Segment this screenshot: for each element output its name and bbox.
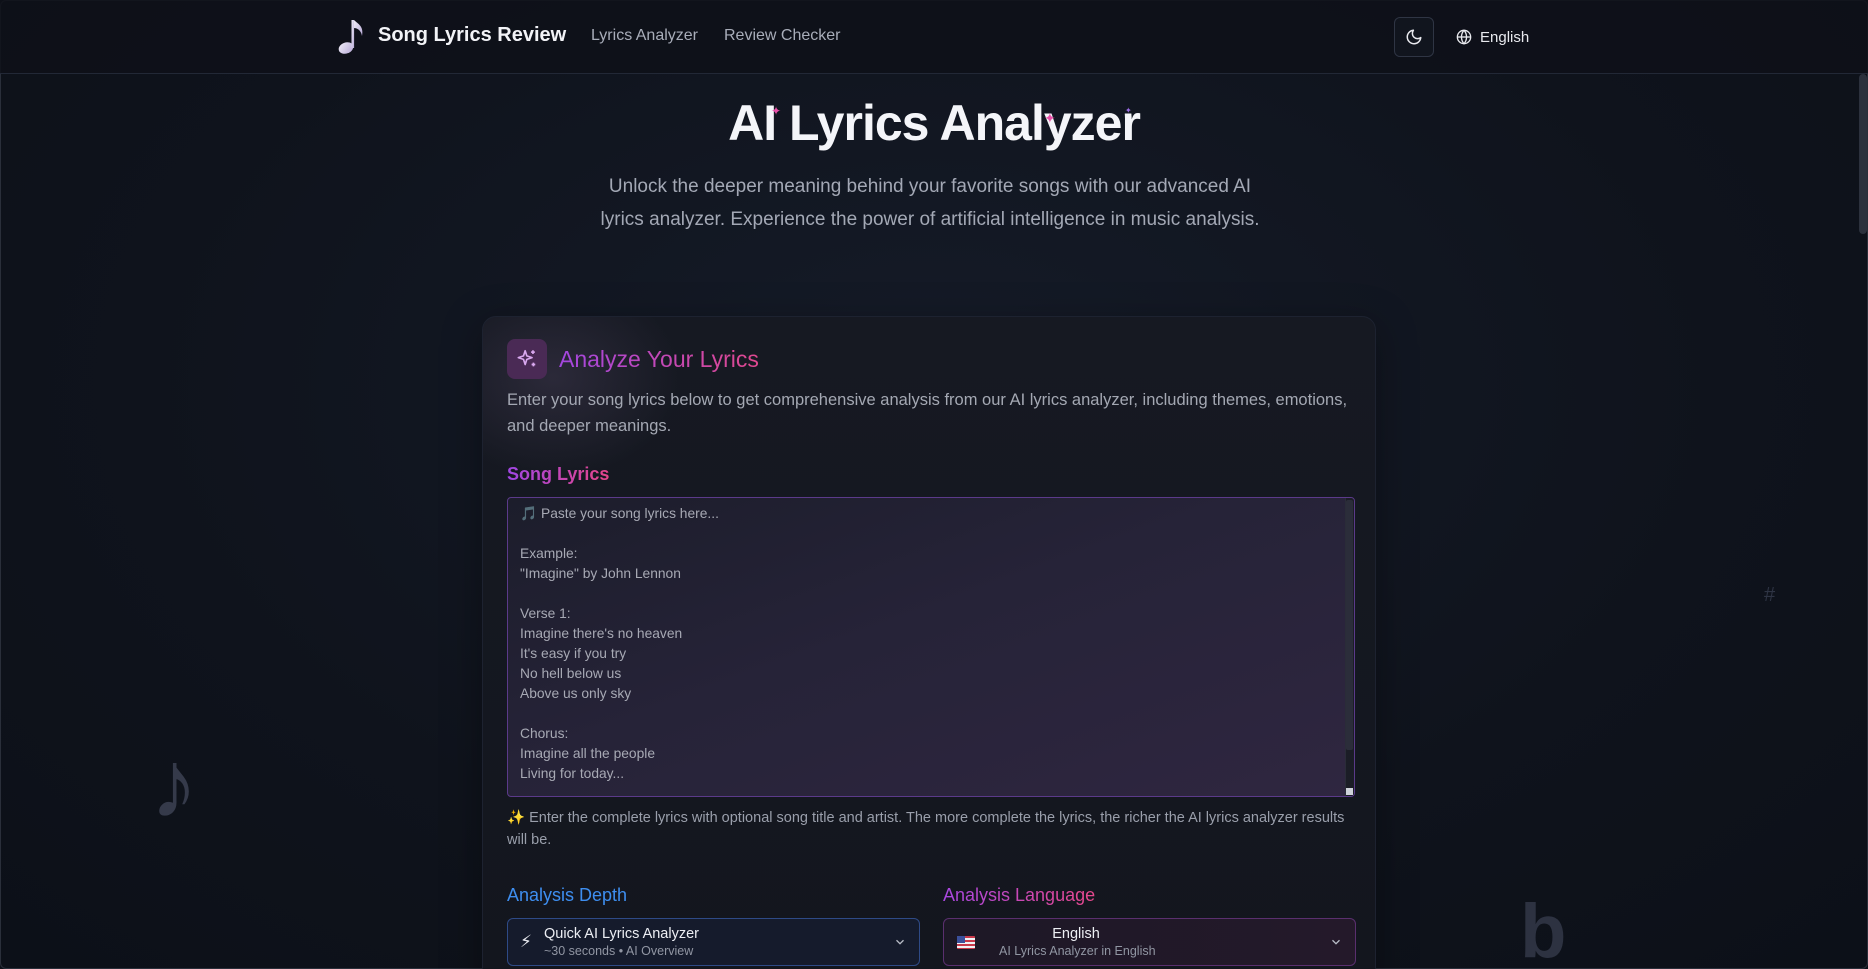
sparkle-icon: ✦ [1125, 106, 1132, 115]
lyrics-textarea[interactable]: 🎵 Paste your song lyrics here... Example:… [507, 497, 1355, 797]
language-label: English [1480, 28, 1530, 46]
textarea-scrollbar[interactable] [1345, 498, 1354, 796]
analysis-language-select[interactable]: English AI Lyrics Analyzer in English [943, 918, 1356, 966]
lyrics-placeholder-line: It's easy if you try [520, 646, 627, 661]
music-note-decoration-icon: ♪ [150, 731, 198, 838]
language-selector[interactable]: English [1456, 26, 1529, 48]
depth-selected-sub: ~30 seconds • AI Overview [544, 943, 694, 958]
page-title: AI Lyrics Analyzer [728, 95, 1141, 151]
lyrics-placeholder-line: Imagine there's no heaven [520, 626, 683, 641]
lyrics-placeholder-line: "Imagine" by John Lennon [520, 566, 681, 581]
chevron-down-icon [1332, 939, 1340, 945]
analysis-depth-select[interactable]: ⚡ Quick AI Lyrics Analyzer ~30 seconds •… [507, 918, 920, 966]
analysis-language-label: Analysis Language [943, 885, 1096, 905]
sparkles-icon [507, 339, 547, 379]
brand-name[interactable]: Song Lyrics Review [378, 24, 566, 47]
lyrics-placeholder-line [520, 524, 1342, 544]
card-title: Analyze Your Lyrics [559, 346, 759, 372]
lyrics-placeholder-line: 🎵 Paste your song lyrics here... [520, 506, 719, 521]
us-flag-icon [957, 935, 975, 949]
language-selected-sub: AI Lyrics Analyzer in English [999, 943, 1156, 958]
moon-icon [1406, 29, 1422, 45]
lyrics-helper-text: ✨ Enter the complete lyrics with optiona… [507, 810, 1345, 848]
top-navbar: Song Lyrics Review Lyrics Analyzer Revie… [0, 0, 1868, 74]
resize-handle[interactable] [1346, 788, 1353, 795]
sparkle-icon: ✦ [771, 104, 782, 118]
depth-selected-value: Quick AI Lyrics Analyzer [544, 925, 699, 942]
lyrics-placeholder-line [520, 584, 1342, 604]
sharp-decoration-icon: # [1764, 584, 1776, 606]
chevron-down-icon [896, 939, 904, 945]
page-scrollbar[interactable] [1859, 74, 1867, 234]
lyrics-placeholder-line: Above us only sky [520, 686, 632, 701]
theme-toggle-button[interactable] [1394, 17, 1434, 57]
lyrics-placeholder-line: Imagine all the people [520, 746, 655, 761]
lyrics-placeholder-line: Chorus: [520, 726, 569, 741]
lyrics-placeholder-line: Example: [520, 546, 578, 561]
page-subtitle: Unlock the deeper meaning behind your fa… [600, 176, 1260, 230]
music-note-icon[interactable] [330, 14, 374, 58]
lyrics-placeholder-line: Living for today... [520, 766, 625, 781]
lyrics-placeholder-line: Verse 1: [520, 606, 571, 621]
language-selected-value: English [1052, 925, 1100, 942]
lyrics-placeholder-line [520, 704, 1342, 724]
lightning-icon: ⚡ [520, 932, 532, 951]
lyrics-placeholder-line: No hell below us [520, 666, 622, 681]
analysis-depth-label: Analysis Depth [507, 885, 628, 905]
song-lyrics-label: Song Lyrics [507, 464, 610, 484]
card-description: Enter your song lyrics below to get comp… [507, 391, 1348, 435]
analyze-card: Analyze Your Lyrics Enter your song lyri… [482, 316, 1376, 969]
nav-review-checker[interactable]: Review Checker [724, 27, 840, 45]
sparkle-icon: ✦ [1044, 110, 1056, 126]
nav-lyrics-analyzer[interactable]: Lyrics Analyzer [591, 27, 698, 45]
flat-decoration-icon: b [1520, 889, 1567, 969]
globe-icon [1456, 29, 1472, 45]
